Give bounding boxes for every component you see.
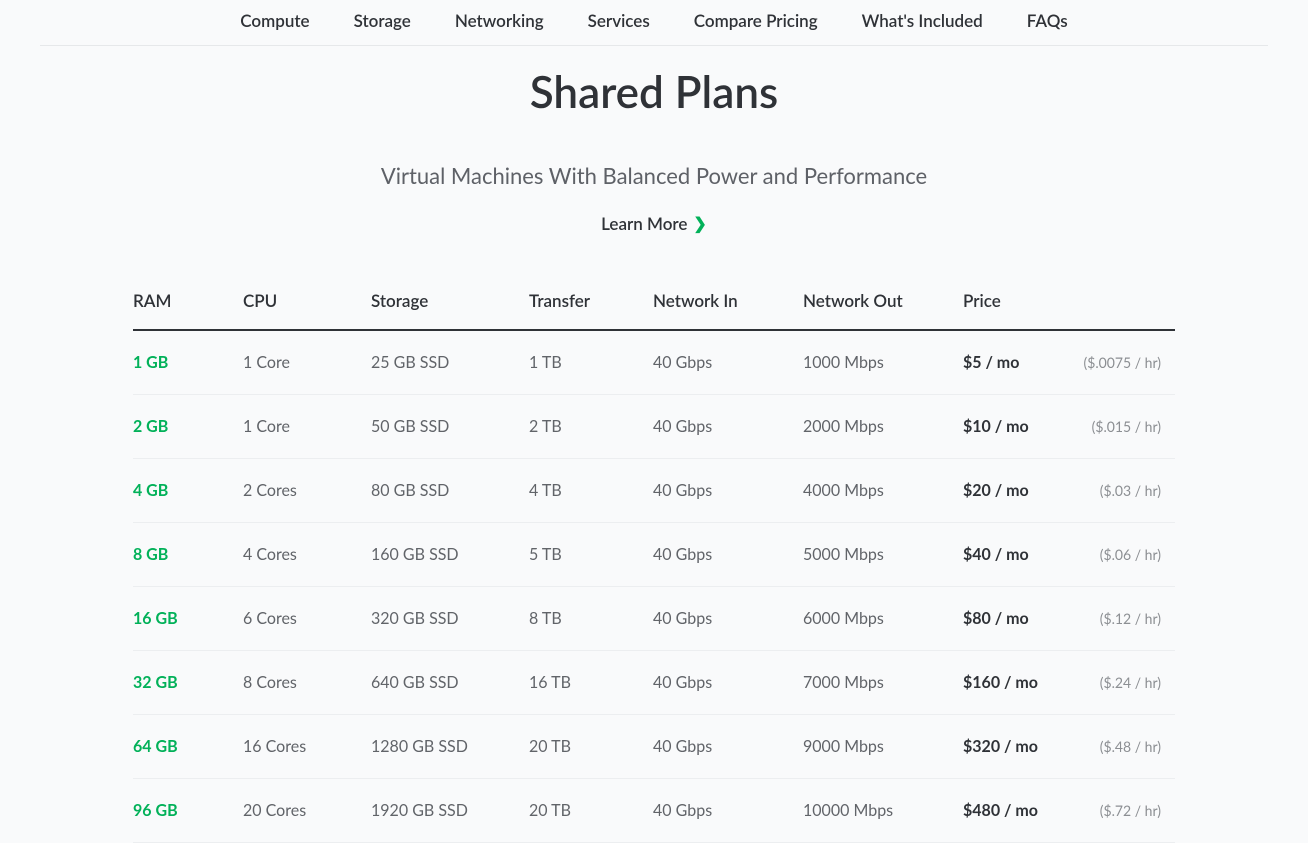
cell-price-hourly: ($.03 / hr) — [1081, 459, 1175, 523]
cell-storage: 1280 GB SSD — [371, 715, 529, 779]
cell-transfer: 1 TB — [529, 330, 653, 395]
page-subtitle: Virtual Machines With Balanced Power and… — [0, 162, 1308, 189]
cell-cpu: 1 Core — [243, 395, 371, 459]
cell-storage: 1920 GB SSD — [371, 779, 529, 843]
cell-cpu: 6 Cores — [243, 587, 371, 651]
cell-network-out: 5000 Mbps — [803, 523, 963, 587]
cell-storage: 160 GB SSD — [371, 523, 529, 587]
cell-network-out: 1000 Mbps — [803, 330, 963, 395]
cell-price-hourly: ($.0075 / hr) — [1081, 330, 1175, 395]
cell-transfer: 16 TB — [529, 651, 653, 715]
cell-network-in: 40 Gbps — [653, 715, 803, 779]
cell-network-out: 4000 Mbps — [803, 459, 963, 523]
col-header-transfer: Transfer — [529, 290, 653, 330]
learn-more-label: Learn More — [601, 213, 687, 234]
col-header-network-in: Network In — [653, 290, 803, 330]
cell-price-monthly: $5 / mo — [963, 330, 1081, 395]
cell-storage: 25 GB SSD — [371, 330, 529, 395]
nav-item-storage[interactable]: Storage — [354, 10, 411, 31]
cell-storage: 640 GB SSD — [371, 651, 529, 715]
nav-item-faqs[interactable]: FAQs — [1027, 10, 1068, 31]
table-row: 64 GB16 Cores1280 GB SSD20 TB40 Gbps9000… — [133, 715, 1175, 779]
cell-ram: 1 GB — [133, 330, 243, 395]
nav-item-whats-included[interactable]: What's Included — [862, 10, 983, 31]
cell-price-hourly: ($.12 / hr) — [1081, 587, 1175, 651]
col-header-network-out: Network Out — [803, 290, 963, 330]
cell-ram: 64 GB — [133, 715, 243, 779]
nav-item-compute[interactable]: Compute — [240, 10, 309, 31]
cell-network-out: 10000 Mbps — [803, 779, 963, 843]
learn-more-link[interactable]: Learn More ❯ — [601, 213, 707, 234]
cell-price-hourly: ($.48 / hr) — [1081, 715, 1175, 779]
cell-ram: 2 GB — [133, 395, 243, 459]
cell-cpu: 4 Cores — [243, 523, 371, 587]
cell-storage: 320 GB SSD — [371, 587, 529, 651]
cell-network-in: 40 Gbps — [653, 779, 803, 843]
cell-price-monthly: $160 / mo — [963, 651, 1081, 715]
pricing-table-wrap: RAM CPU Storage Transfer Network In Netw… — [133, 290, 1175, 843]
cell-network-out: 6000 Mbps — [803, 587, 963, 651]
table-row: 2 GB1 Core50 GB SSD2 TB40 Gbps2000 Mbps$… — [133, 395, 1175, 459]
table-row: 96 GB20 Cores1920 GB SSD20 TB40 Gbps1000… — [133, 779, 1175, 843]
cell-ram: 96 GB — [133, 779, 243, 843]
chevron-right-icon: ❯ — [693, 214, 706, 233]
cell-cpu: 20 Cores — [243, 779, 371, 843]
cell-network-in: 40 Gbps — [653, 651, 803, 715]
cell-transfer: 20 TB — [529, 779, 653, 843]
cell-transfer: 5 TB — [529, 523, 653, 587]
pricing-table: RAM CPU Storage Transfer Network In Netw… — [133, 290, 1175, 843]
col-header-price: Price — [963, 290, 1175, 330]
hero: Shared Plans Virtual Machines With Balan… — [0, 66, 1308, 234]
cell-transfer: 20 TB — [529, 715, 653, 779]
nav-item-compare-pricing[interactable]: Compare Pricing — [694, 10, 818, 31]
cell-transfer: 4 TB — [529, 459, 653, 523]
cell-transfer: 8 TB — [529, 587, 653, 651]
cell-ram: 8 GB — [133, 523, 243, 587]
nav-item-networking[interactable]: Networking — [455, 10, 544, 31]
table-header-row: RAM CPU Storage Transfer Network In Netw… — [133, 290, 1175, 330]
cell-cpu: 16 Cores — [243, 715, 371, 779]
cell-network-in: 40 Gbps — [653, 523, 803, 587]
cell-price-hourly: ($.24 / hr) — [1081, 651, 1175, 715]
page-title: Shared Plans — [0, 66, 1308, 118]
cell-network-out: 2000 Mbps — [803, 395, 963, 459]
table-row: 16 GB6 Cores320 GB SSD8 TB40 Gbps6000 Mb… — [133, 587, 1175, 651]
col-header-storage: Storage — [371, 290, 529, 330]
cell-price-monthly: $80 / mo — [963, 587, 1081, 651]
cell-ram: 4 GB — [133, 459, 243, 523]
cell-price-hourly: ($.015 / hr) — [1081, 395, 1175, 459]
cell-ram: 32 GB — [133, 651, 243, 715]
cell-price-hourly: ($.06 / hr) — [1081, 523, 1175, 587]
cell-network-out: 9000 Mbps — [803, 715, 963, 779]
cell-price-monthly: $320 / mo — [963, 715, 1081, 779]
col-header-ram: RAM — [133, 290, 243, 330]
cell-network-in: 40 Gbps — [653, 330, 803, 395]
cell-network-out: 7000 Mbps — [803, 651, 963, 715]
col-header-cpu: CPU — [243, 290, 371, 330]
cell-price-monthly: $10 / mo — [963, 395, 1081, 459]
cell-transfer: 2 TB — [529, 395, 653, 459]
cell-network-in: 40 Gbps — [653, 459, 803, 523]
table-row: 1 GB1 Core25 GB SSD1 TB40 Gbps1000 Mbps$… — [133, 330, 1175, 395]
cell-price-monthly: $480 / mo — [963, 779, 1081, 843]
cell-price-hourly: ($.72 / hr) — [1081, 779, 1175, 843]
nav-item-services[interactable]: Services — [588, 10, 650, 31]
top-nav: Compute Storage Networking Services Comp… — [40, 0, 1268, 46]
table-row: 32 GB8 Cores640 GB SSD16 TB40 Gbps7000 M… — [133, 651, 1175, 715]
cell-price-monthly: $20 / mo — [963, 459, 1081, 523]
cell-network-in: 40 Gbps — [653, 395, 803, 459]
cell-network-in: 40 Gbps — [653, 587, 803, 651]
cell-cpu: 8 Cores — [243, 651, 371, 715]
cell-cpu: 2 Cores — [243, 459, 371, 523]
cell-storage: 50 GB SSD — [371, 395, 529, 459]
cell-storage: 80 GB SSD — [371, 459, 529, 523]
cell-price-monthly: $40 / mo — [963, 523, 1081, 587]
table-row: 4 GB2 Cores80 GB SSD4 TB40 Gbps4000 Mbps… — [133, 459, 1175, 523]
cell-ram: 16 GB — [133, 587, 243, 651]
cell-cpu: 1 Core — [243, 330, 371, 395]
table-row: 8 GB4 Cores160 GB SSD5 TB40 Gbps5000 Mbp… — [133, 523, 1175, 587]
